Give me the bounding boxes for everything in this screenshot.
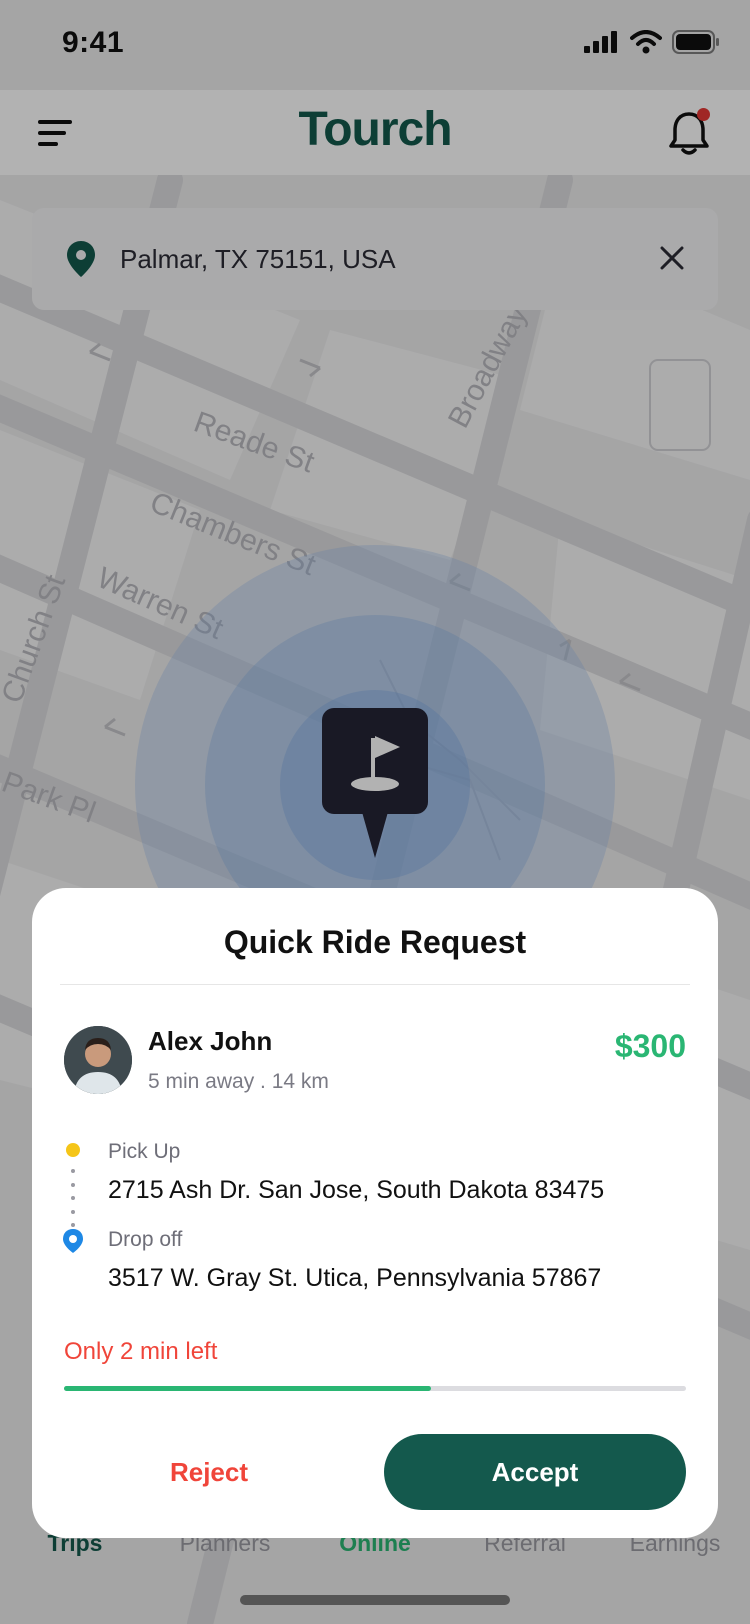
pickup-label: Pick Up: [108, 1140, 181, 1163]
time-remaining-text: Only 2 min left: [64, 1338, 218, 1365]
home-indicator: [240, 1595, 510, 1605]
accept-button[interactable]: Accept: [384, 1434, 686, 1510]
dropoff-address: 3517 W. Gray St. Utica, Pennsylvania 578…: [108, 1264, 602, 1292]
card-title: Quick Ride Request: [223, 924, 527, 960]
reject-button[interactable]: Reject: [64, 1434, 354, 1510]
status-icons: [584, 30, 720, 54]
dropoff-label: Drop off: [108, 1228, 183, 1251]
notification-badge: [697, 108, 710, 121]
time-progress-bar: [64, 1386, 686, 1391]
ride-request-card: Quick Ride Request Alex John 5 min away …: [32, 888, 718, 1538]
app-logo: Tourch: [298, 103, 452, 156]
dropoff-pin-icon: [63, 1229, 83, 1253]
divider: [60, 984, 690, 985]
pickup-dot-icon: [66, 1143, 80, 1157]
rider-photo: [64, 1026, 132, 1094]
location-search-field[interactable]: Palmar, TX 75151, USA: [32, 208, 718, 310]
location-text: Palmar, TX 75151, USA: [120, 244, 396, 274]
app-screen: Reade St Chambers St Warren St Church St…: [0, 0, 750, 1624]
battery-icon: [672, 30, 719, 54]
location-pin-icon: [67, 241, 95, 277]
wifi-icon: [630, 30, 662, 54]
notifications-button[interactable]: [666, 108, 712, 156]
rider-distance: 5 min away . 14 km: [148, 1070, 329, 1093]
fare-amount: $300: [614, 1028, 686, 1064]
avatar: [64, 1026, 132, 1094]
rider-name: Alex John: [148, 1026, 273, 1056]
time-progress-fill: [64, 1386, 431, 1391]
status-bar: 9:41: [0, 0, 750, 90]
top-app-bar: Tourch: [0, 90, 750, 175]
signal-icon: [584, 31, 617, 53]
close-icon[interactable]: [658, 244, 686, 272]
route-connector: [71, 1169, 75, 1227]
pickup-address: 2715 Ash Dr. San Jose, South Dakota 8347…: [108, 1176, 605, 1204]
status-time: 9:41: [62, 26, 125, 59]
